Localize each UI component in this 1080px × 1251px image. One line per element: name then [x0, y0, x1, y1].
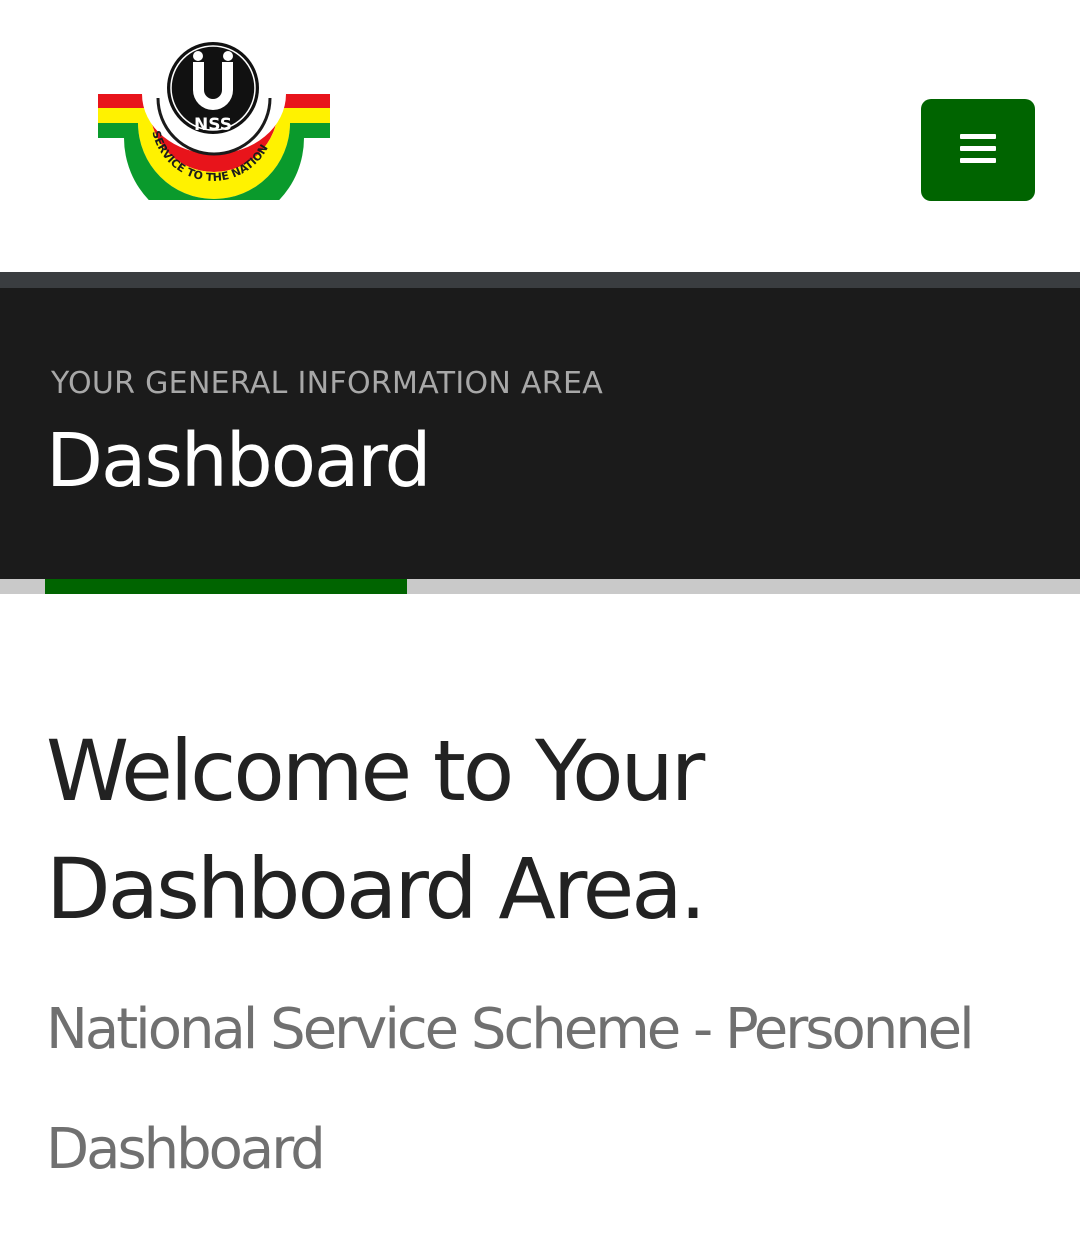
dashboard-tagline: National Service Scheme - Personnel Dash… — [46, 997, 975, 1182]
site-header: SERVICE TO THE NATION NSS — [0, 0, 1080, 272]
nss-logo[interactable]: SERVICE TO THE NATION NSS — [92, 38, 336, 200]
hamburger-icon — [960, 134, 996, 164]
page-banner: YOUR GENERAL INFORMATION AREA Dashboard — [0, 288, 1080, 579]
banner-subtitle: YOUR GENERAL INFORMATION AREA — [51, 366, 604, 401]
banner-underline — [0, 579, 1080, 594]
banner-underline-accent — [45, 579, 407, 594]
welcome-heading: Welcome to Your Dashboard Area. — [46, 722, 706, 938]
menu-button[interactable] — [921, 99, 1035, 201]
page-title: Dashboard — [46, 418, 431, 504]
header-divider — [0, 272, 1080, 288]
logo-text: NSS — [194, 115, 232, 135]
